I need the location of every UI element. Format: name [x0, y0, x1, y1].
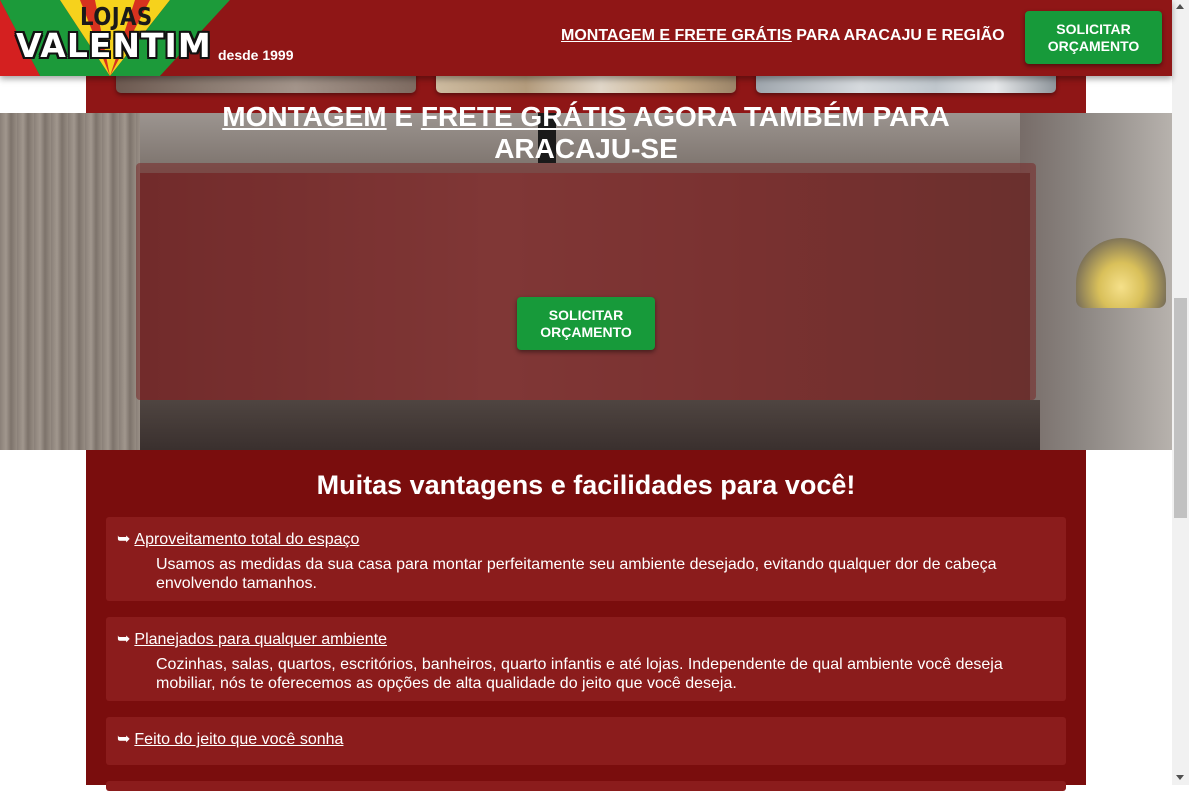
benefit-card: ➥ Aproveitamento total do espaço Usamos a… [106, 517, 1066, 601]
hero-overlay-panel [136, 163, 1036, 400]
header-quote-line1: SOLICITAR [1056, 20, 1131, 37]
logo-text-main: VALENTIM [16, 26, 212, 65]
benefit-card: ➥ Feito do jeito que você sonha [106, 717, 1066, 765]
hero-title: MONTAGEM E FRETE GRÁTIS AGORA TAMBÉM PAR… [136, 101, 1036, 165]
hero-quote-line1: SOLICITAR [548, 306, 624, 323]
benefit-card-heading: ➥ Planejados para qualquer ambiente [117, 629, 387, 649]
hero-background-wood [0, 113, 140, 450]
header-promo-highlight[interactable]: MONTAGEM E FRETE GRÁTIS [561, 27, 792, 44]
hero-title-montagem: MONTAGEM [222, 101, 387, 132]
benefit-card-text: Usamos as medidas da sua casa para monta… [156, 556, 997, 592]
benefit-card-heading: ➥ Feito do jeito que você sonha [117, 729, 343, 749]
pendant-lamp-icon [1076, 238, 1166, 308]
hero-background-counter [140, 400, 1040, 450]
hero-title-city: ARACAJU-SE [494, 133, 678, 164]
hero-title-rest: AGORA TAMBÉM PARA [626, 101, 950, 132]
benefit-card-title[interactable]: Feito do jeito que você sonha [134, 731, 343, 748]
site-header: LOJAS VALENTIM desde 1999 MONTAGEM E FRE… [0, 0, 1172, 76]
benefit-card-heading: ➥ Aproveitamento total do espaço [117, 529, 359, 549]
arrow-icon: ➥ [117, 631, 131, 648]
scrollbar-thumb[interactable] [1174, 298, 1187, 518]
hero-title-and: E [386, 101, 421, 132]
header-quote-line2: ORÇAMENTO [1047, 37, 1140, 54]
hero-quote-line2: ORÇAMENTO [540, 323, 632, 340]
logo[interactable]: LOJAS VALENTIM desde 1999 [0, 0, 300, 76]
scroll-up-icon[interactable] [1176, 4, 1184, 9]
logo-since: desde 1999 [218, 47, 294, 63]
header-quote-button[interactable]: SOLICITAR ORÇAMENTO [1025, 11, 1162, 64]
scroll-down-icon[interactable] [1176, 775, 1184, 780]
benefits-title: Muitas vantagens e facilidades para você… [316, 470, 856, 500]
header-promo-rest: PARA ARACAJU E REGIÃO [791, 27, 1005, 44]
arrow-icon: ➥ [117, 731, 131, 748]
benefit-card-title[interactable]: Planejados para qualquer ambiente [134, 631, 387, 648]
benefits-section: Muitas vantagens e facilidades para você… [86, 450, 1086, 791]
benefit-card-title[interactable]: Aproveitamento total do espaço [134, 531, 359, 548]
header-promo-text: MONTAGEM E FRETE GRÁTIS PARA ARACAJU E R… [561, 27, 1005, 45]
arrow-icon: ➥ [117, 531, 131, 548]
benefit-card: ➥ Planejados para qualquer ambiente Cozin… [106, 617, 1066, 701]
hero-title-frete: FRETE GRÁTIS [420, 101, 627, 132]
hero-quote-button[interactable]: SOLICITAR ORÇAMENTO [517, 297, 655, 350]
page-scrollbar[interactable] [1172, 0, 1189, 785]
benefit-card-text: Cozinhas, salas, quartos, escritórios, b… [156, 656, 1003, 692]
benefit-card [106, 781, 1066, 791]
